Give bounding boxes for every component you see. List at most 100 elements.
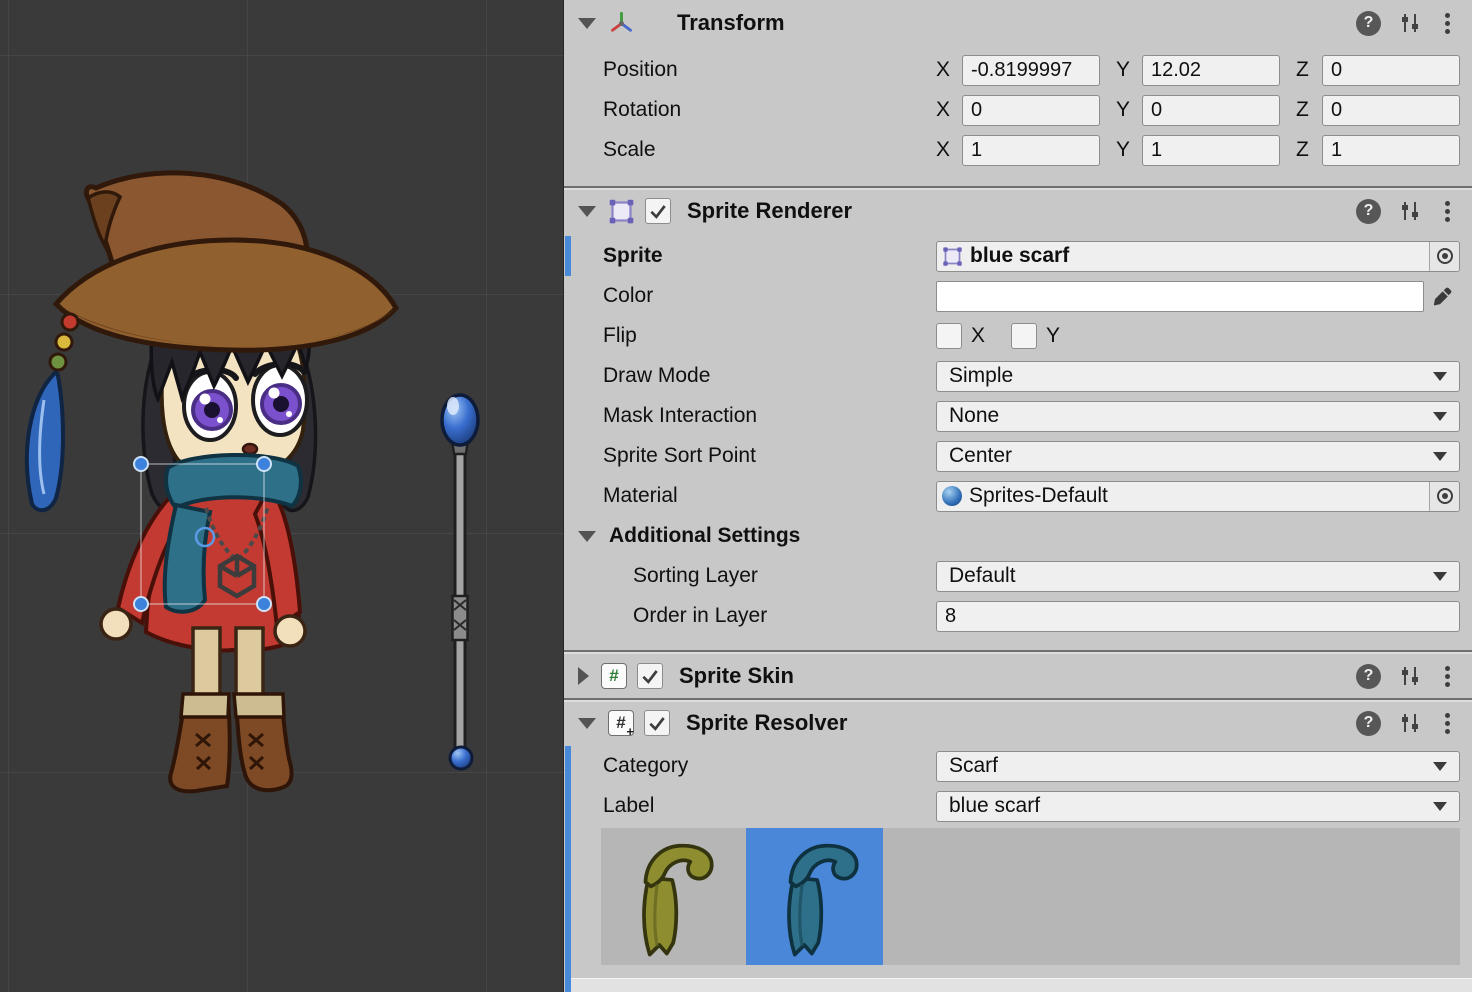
help-icon[interactable]: ? bbox=[1356, 199, 1381, 224]
scene-canvas[interactable] bbox=[0, 0, 563, 992]
component-title: Sprite Resolver bbox=[686, 710, 847, 736]
order-in-layer-row: Order in Layer bbox=[564, 596, 1472, 636]
sprite-icon bbox=[942, 246, 963, 267]
more-menu-icon[interactable] bbox=[1445, 209, 1450, 214]
sprite-sort-point-dropdown[interactable]: Center bbox=[936, 441, 1460, 472]
sprite-skin-header[interactable]: # Sprite Skin ? bbox=[564, 654, 1472, 698]
foldout-open-icon[interactable] bbox=[578, 18, 596, 29]
material-object-value: Sprites-Default bbox=[969, 484, 1429, 508]
rotation-label: Rotation bbox=[564, 98, 936, 122]
flip-row: Flip X Y bbox=[564, 316, 1472, 356]
component-title: Transform bbox=[677, 10, 785, 36]
color-swatch[interactable] bbox=[936, 281, 1424, 312]
more-menu-icon[interactable] bbox=[1445, 21, 1450, 26]
more-menu-icon[interactable] bbox=[1445, 721, 1450, 726]
sprite-object-value: blue scarf bbox=[970, 244, 1429, 268]
axis-z-label: Z bbox=[1296, 98, 1322, 122]
component-title: Sprite Skin bbox=[679, 663, 794, 689]
foldout-collapsed-icon[interactable] bbox=[578, 667, 589, 685]
flip-y-label: Y bbox=[1046, 324, 1060, 348]
draw-mode-dropdown[interactable]: Simple bbox=[936, 361, 1460, 392]
rotation-x-input[interactable] bbox=[962, 95, 1100, 126]
position-z-input[interactable] bbox=[1322, 55, 1460, 86]
sprite-renderer-icon bbox=[608, 198, 635, 225]
sprite-renderer-header[interactable]: Sprite Renderer ? bbox=[564, 190, 1472, 232]
sprite-row: Sprite blue scarf bbox=[564, 236, 1472, 276]
component-enabled-checkbox[interactable] bbox=[644, 710, 670, 736]
override-bar-sprite bbox=[565, 236, 571, 276]
axis-x-label: X bbox=[936, 58, 962, 82]
label-label: Label bbox=[564, 794, 936, 818]
material-object-field[interactable]: Sprites-Default bbox=[936, 481, 1460, 512]
rotation-z-input[interactable] bbox=[1322, 95, 1460, 126]
scale-y-input[interactable] bbox=[1142, 135, 1280, 166]
sorting-layer-label: Sorting Layer bbox=[564, 564, 936, 588]
object-picker-button[interactable] bbox=[1429, 482, 1459, 511]
rotation-row: Rotation X Y Z bbox=[564, 90, 1472, 130]
component-enabled-checkbox[interactable] bbox=[637, 663, 663, 689]
axis-z-label: Z bbox=[1296, 58, 1322, 82]
object-picker-button[interactable] bbox=[1429, 242, 1459, 271]
label-dropdown[interactable]: blue scarf bbox=[936, 791, 1460, 822]
inspector-bottom-strip bbox=[565, 978, 1472, 992]
sorting-layer-row: Sorting Layer Default bbox=[564, 556, 1472, 596]
sprite-skin-icon: # bbox=[601, 663, 627, 689]
position-x-input[interactable] bbox=[962, 55, 1100, 86]
label-row: Label blue scarf bbox=[564, 786, 1472, 826]
object-picker-icon bbox=[1437, 248, 1453, 264]
staff-sprite[interactable] bbox=[442, 395, 478, 769]
flip-y-checkbox[interactable] bbox=[1011, 323, 1037, 349]
position-label: Position bbox=[564, 58, 936, 82]
presets-icon[interactable] bbox=[1398, 199, 1422, 223]
rotation-y-input[interactable] bbox=[1142, 95, 1280, 126]
mask-interaction-value: None bbox=[949, 404, 1433, 428]
object-picker-icon bbox=[1437, 488, 1453, 504]
transform-header[interactable]: Transform ? bbox=[564, 0, 1472, 46]
scene-view[interactable] bbox=[0, 0, 563, 992]
sprite-resolver-icon: #+ bbox=[608, 710, 634, 736]
foldout-open-icon[interactable] bbox=[578, 718, 596, 729]
position-y-input[interactable] bbox=[1142, 55, 1280, 86]
character-sprite[interactable] bbox=[27, 173, 396, 792]
category-value: Scarf bbox=[949, 754, 1433, 778]
blue-scarf-image bbox=[758, 833, 872, 961]
sprite-resolver-header[interactable]: #+ Sprite Resolver ? bbox=[564, 702, 1472, 744]
sorting-layer-dropdown[interactable]: Default bbox=[936, 561, 1460, 592]
axis-z-label: Z bbox=[1296, 138, 1322, 162]
color-row: Color bbox=[564, 276, 1472, 316]
component-enabled-checkbox[interactable] bbox=[645, 198, 671, 224]
presets-icon[interactable] bbox=[1398, 711, 1422, 735]
help-icon[interactable]: ? bbox=[1356, 11, 1381, 36]
olive-scarf-image bbox=[613, 833, 727, 961]
transform-icon bbox=[608, 10, 635, 37]
sprite-sort-point-label: Sprite Sort Point bbox=[564, 444, 936, 468]
foldout-open-icon[interactable] bbox=[578, 531, 596, 542]
inspector-panel: Transform ? Position X Y Z bbox=[563, 0, 1472, 992]
help-icon[interactable]: ? bbox=[1356, 664, 1381, 689]
eyedropper-icon[interactable] bbox=[1424, 285, 1460, 308]
help-icon[interactable]: ? bbox=[1356, 711, 1381, 736]
scale-z-input[interactable] bbox=[1322, 135, 1460, 166]
category-dropdown[interactable]: Scarf bbox=[936, 751, 1460, 782]
presets-icon[interactable] bbox=[1398, 11, 1422, 35]
more-menu-icon[interactable] bbox=[1445, 674, 1450, 679]
scale-x-input[interactable] bbox=[962, 135, 1100, 166]
transform-body: Position X Y Z Rotation X Y Z Scale X bbox=[564, 46, 1472, 186]
draw-mode-label: Draw Mode bbox=[564, 364, 936, 388]
chevron-down-icon bbox=[1433, 372, 1447, 381]
unity-editor-window: Transform ? Position X Y Z bbox=[0, 0, 1472, 992]
presets-icon[interactable] bbox=[1398, 664, 1422, 688]
mask-interaction-dropdown[interactable]: None bbox=[936, 401, 1460, 432]
flip-x-checkbox[interactable] bbox=[936, 323, 962, 349]
axis-y-label: Y bbox=[1116, 58, 1142, 82]
foldout-open-icon[interactable] bbox=[578, 206, 596, 217]
sprite-object-field[interactable]: blue scarf bbox=[936, 241, 1460, 272]
category-row: Category Scarf bbox=[564, 746, 1472, 786]
chevron-down-icon bbox=[1433, 452, 1447, 461]
additional-settings-foldout[interactable]: Additional Settings bbox=[564, 516, 1472, 556]
flip-label: Flip bbox=[564, 324, 936, 348]
chevron-down-icon bbox=[1433, 802, 1447, 811]
sprite-thumb-blue-scarf[interactable] bbox=[746, 828, 883, 965]
order-in-layer-input[interactable] bbox=[936, 601, 1460, 632]
sprite-thumb-olive-scarf[interactable] bbox=[601, 828, 738, 965]
